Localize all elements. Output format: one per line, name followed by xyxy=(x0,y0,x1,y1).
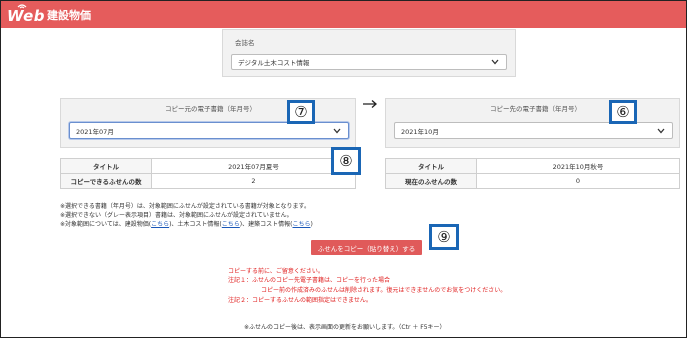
note-line-3-prefix: ※対象範囲については、建設物価( xyxy=(60,221,152,228)
count-header: コピーできるふせんの数 xyxy=(60,173,152,189)
note-line-3-mid2: )、建築コスト情報( xyxy=(239,221,293,228)
source-select-value: 2021年07月 xyxy=(76,127,114,136)
note-line-3-suffix: ) xyxy=(310,221,313,228)
app-header: Web 建設物価 xyxy=(1,1,686,28)
magazine-select[interactable]: デジタル土木コスト情報 xyxy=(231,54,507,70)
note-line-1: ※選択できる書籍（年月号）は、対象範囲にふせんが設定されている書籍が対象となりま… xyxy=(60,203,310,210)
table-row: タイトル 2021年10月秋号 xyxy=(385,158,680,174)
destination-info-table: タイトル 2021年10月秋号 現在のふせんの数 0 xyxy=(385,158,680,189)
link-kensetsu-bukka[interactable]: こちら xyxy=(151,221,169,228)
arrow-right-icon xyxy=(363,100,377,108)
table-row: コピーできるふせんの数 2 xyxy=(60,173,356,189)
source-label: コピー元の電子書籍（年月号） xyxy=(165,105,256,113)
callout-badge-6: ⑥ xyxy=(609,100,637,124)
title-header: タイトル xyxy=(385,158,477,174)
source-select[interactable]: 2021年07月 xyxy=(69,122,349,139)
warning-note-2: 注記２：コピーするふせんの範囲指定はできません。 xyxy=(228,297,372,304)
source-title-value: 2021年07月夏号 xyxy=(151,158,356,174)
site-logo[interactable]: Web 建設物価 xyxy=(7,4,91,25)
logo-jp-text: 建設物価 xyxy=(47,9,91,22)
chevron-down-icon xyxy=(657,128,665,133)
destination-count-value: 0 xyxy=(476,173,680,189)
chevron-down-icon xyxy=(491,59,499,65)
refresh-note: ※ふせんのコピー後は、表示画面の更新をお願いします。（Ctr ＋ F5キー） xyxy=(244,324,446,331)
magazine-label: 会誌名 xyxy=(235,39,255,47)
link-doboku-cost[interactable]: こちら xyxy=(222,221,240,228)
chevron-down-icon xyxy=(333,128,341,133)
title-header: タイトル xyxy=(60,158,152,174)
callout-badge-9: ⑨ xyxy=(429,224,459,250)
note-line-2: ※選択できない（グレー表示項目）書籍は、対象範囲にふせんが設定されていません。 xyxy=(60,212,293,219)
destination-select[interactable]: 2021年10月 xyxy=(394,122,673,139)
count-header: 現在のふせんの数 xyxy=(385,173,477,189)
table-row: タイトル 2021年07月夏号 xyxy=(60,158,356,174)
note-line-3: ※対象範囲については、建設物価(こちら)、土木コスト情報(こちら)、建築コスト情… xyxy=(60,219,313,228)
logo-web-text: Web xyxy=(7,7,45,25)
copy-sticky-notes-button[interactable]: ふせんをコピー（貼り替え）する xyxy=(311,240,422,255)
table-row: 現在のふせんの数 0 xyxy=(385,173,680,189)
destination-select-value: 2021年10月 xyxy=(401,127,439,136)
callout-badge-7: ⑦ xyxy=(287,100,315,124)
warning-note-1-detail: コピー前の作成済みのふせんは削除されます。復元はできませんのでお気をつけください… xyxy=(261,287,507,294)
source-count-value: 2 xyxy=(151,173,356,189)
link-kenchiku-cost[interactable]: こちら xyxy=(292,221,310,228)
destination-label: コピー先の電子書籍（年月号） xyxy=(490,105,581,113)
source-info-table: タイトル 2021年07月夏号 コピーできるふせんの数 2 xyxy=(60,158,356,189)
magazine-select-value: デジタル土木コスト情報 xyxy=(238,59,310,67)
wifi-icon xyxy=(17,4,27,9)
magazine-panel: 会誌名 デジタル土木コスト情報 xyxy=(222,29,516,77)
warning-note-1: 注記１：ふせんのコピー先電子書籍は、コピーを行った場合 xyxy=(228,277,391,284)
destination-title-value: 2021年10月秋号 xyxy=(476,158,680,174)
note-line-3-mid1: )、土木コスト情報( xyxy=(169,221,222,228)
warning-intro: コピーする前に、ご留意ください。 xyxy=(228,268,324,275)
callout-badge-8: ⑧ xyxy=(331,147,361,175)
